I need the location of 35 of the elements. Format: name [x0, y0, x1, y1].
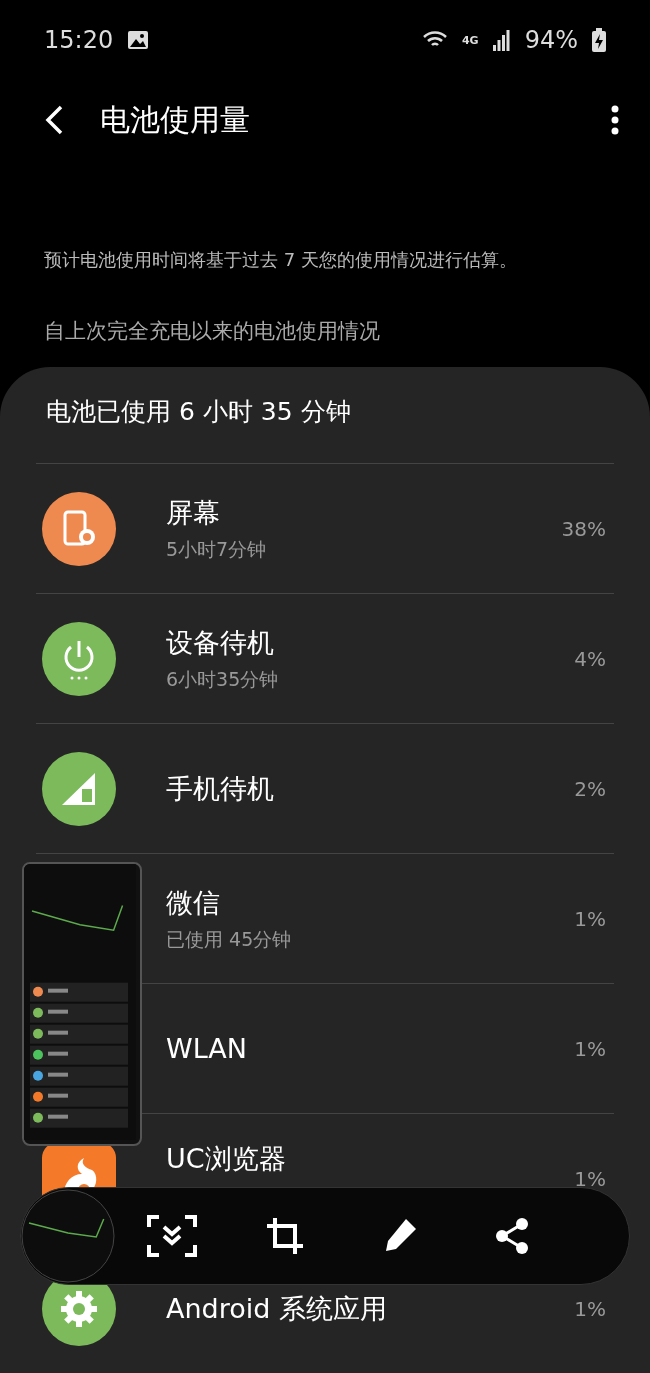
scroll-capture-icon: [146, 1215, 197, 1257]
usage-percent: 1%: [574, 906, 607, 931]
app-name: 设备待机: [166, 625, 275, 660]
usage-percent: 1%: [574, 1036, 607, 1061]
app-name: 手机待机: [166, 771, 275, 806]
usage-time: 6小时35分钟: [166, 666, 280, 692]
usage-row[interactable]: 屏幕 5小时7分钟 38%: [36, 463, 614, 593]
battery-charging-icon: [592, 28, 606, 52]
usage-row[interactable]: 手机待机 2%: [36, 723, 614, 853]
status-time: 15:20: [44, 26, 114, 54]
usage-percent: 38%: [561, 516, 607, 541]
more-options-icon[interactable]: [610, 105, 620, 135]
usage-row[interactable]: 设备待机 6小时35分钟 4%: [36, 593, 614, 723]
crop-icon: [265, 1216, 306, 1256]
battery-percentage: 94%: [524, 26, 578, 54]
usage-time: 已使用 45分钟: [166, 926, 293, 952]
usage-percent: 4%: [574, 646, 607, 671]
usage-percent: 2%: [574, 776, 607, 801]
page-title: 电池使用量: [100, 100, 251, 139]
section-title: 自上次完全充电以来的电池使用情况: [43, 318, 381, 345]
app-name: WLAN: [166, 1033, 249, 1064]
usage-percent: 1%: [574, 1166, 607, 1191]
app-name: UC浏览器: [166, 1141, 287, 1176]
usage-time: 5小时7分钟: [166, 536, 268, 562]
usage-percent: 1%: [574, 1296, 607, 1321]
usage-summary: 电池已使用 6 小时 35 分钟: [46, 397, 351, 426]
image-icon: [127, 30, 150, 50]
share-icon: [495, 1217, 530, 1255]
app-name: 微信: [166, 885, 221, 920]
cell-signal-icon: [492, 29, 511, 51]
app-name: 屏幕: [166, 495, 221, 530]
app-name: Android 系统应用: [166, 1291, 388, 1326]
network-type-label: 4G: [461, 33, 479, 47]
estimate-note: 预计电池使用时间将基于过去 7 天您的使用情况进行估算。: [43, 248, 518, 272]
back-icon[interactable]: [44, 105, 64, 135]
